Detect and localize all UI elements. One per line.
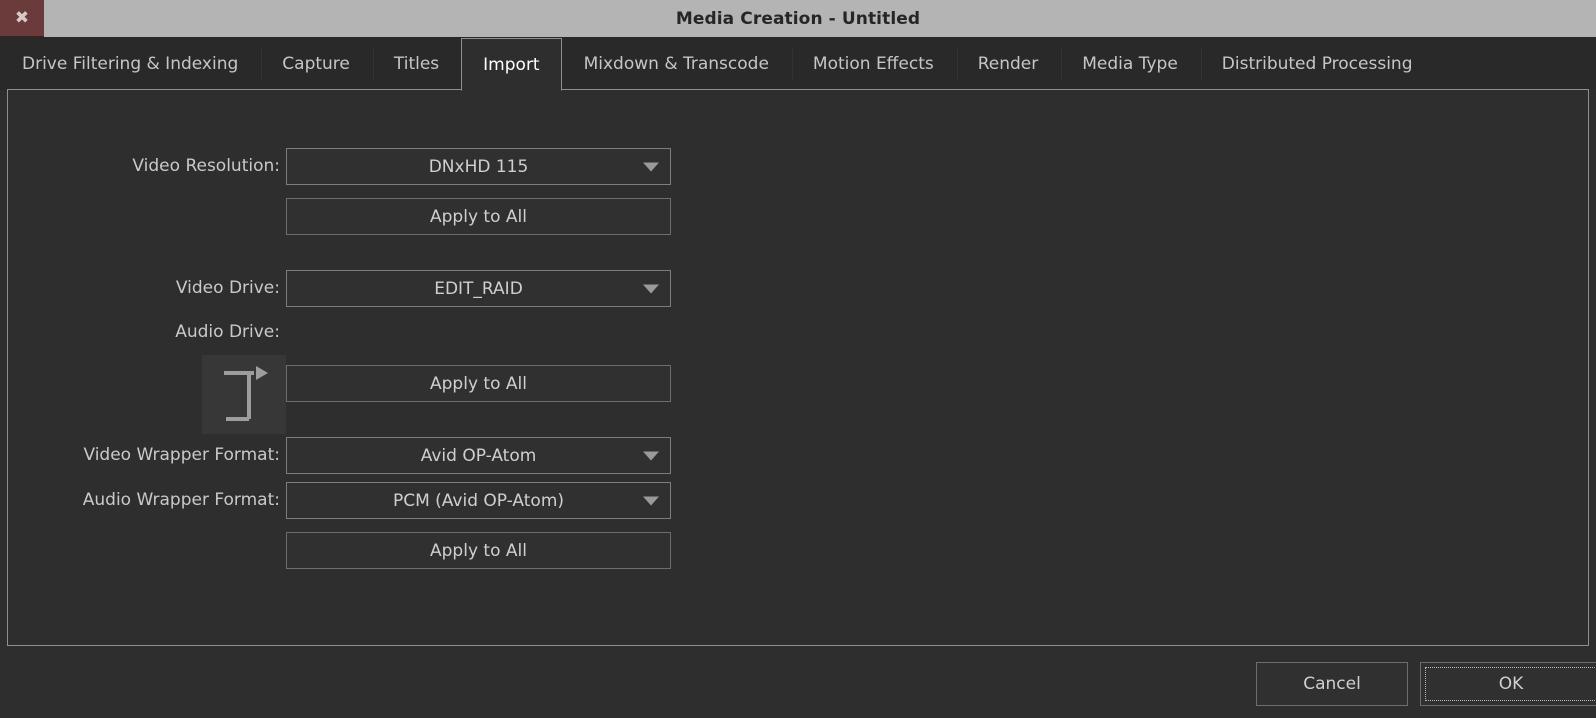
chevron-down-icon: [643, 284, 659, 293]
tab-media-type[interactable]: Media Type: [1060, 38, 1200, 90]
dialog-footer: Cancel OK: [0, 648, 1596, 718]
ok-button-label: OK: [1498, 674, 1524, 694]
video-wrapper-format-label: Video Wrapper Format:: [83, 445, 280, 465]
import-settings-panel: Video Resolution: DNxHD 115 Apply to All…: [7, 89, 1589, 646]
video-wrapper-format-value: Avid OP-Atom: [420, 445, 537, 466]
tab-titles[interactable]: Titles: [372, 38, 461, 90]
tab-capture[interactable]: Capture: [260, 38, 372, 90]
chevron-down-icon: [643, 162, 659, 171]
apply-to-all-resolution-button[interactable]: Apply to All: [286, 198, 671, 235]
window-title: Media Creation - Untitled: [675, 8, 921, 29]
tab-mixdown-transcode[interactable]: Mixdown & Transcode: [562, 38, 791, 90]
audio-drive-label: Audio Drive:: [175, 322, 280, 342]
tab-drive-filtering-indexing[interactable]: Drive Filtering & Indexing: [0, 38, 260, 90]
title-bar: ✖ Media Creation - Untitled: [0, 0, 1596, 37]
audio-wrapper-format-label: Audio Wrapper Format:: [82, 490, 280, 510]
tab-motion-effects[interactable]: Motion Effects: [791, 38, 956, 90]
tab-render[interactable]: Render: [956, 38, 1061, 90]
chevron-down-icon: [643, 496, 659, 505]
tab-import[interactable]: Import: [461, 38, 562, 91]
video-drive-label: Video Drive:: [175, 278, 280, 298]
video-resolution-label: Video Resolution:: [132, 156, 280, 176]
video-resolution-value: DNxHD 115: [428, 156, 529, 177]
apply-to-all-wrapper-button[interactable]: Apply to All: [286, 532, 671, 569]
cancel-button[interactable]: Cancel: [1256, 662, 1408, 706]
audio-wrapper-format-value: PCM (Avid OP-Atom): [392, 490, 565, 511]
audio-wrapper-format-select[interactable]: PCM (Avid OP-Atom): [286, 482, 671, 519]
ok-button[interactable]: OK: [1420, 662, 1596, 706]
video-resolution-select[interactable]: DNxHD 115: [286, 148, 671, 185]
close-icon[interactable]: ✖: [0, 0, 44, 37]
drive-link-bracket-icon[interactable]: [202, 355, 286, 434]
video-drive-select[interactable]: EDIT_RAID: [286, 270, 671, 307]
tab-distributed-processing[interactable]: Distributed Processing: [1200, 38, 1435, 90]
video-drive-value: EDIT_RAID: [434, 278, 523, 299]
media-creation-dialog: ✖ Media Creation - Untitled Drive Filter…: [0, 0, 1596, 718]
tab-bar: Drive Filtering & Indexing Capture Title…: [0, 37, 1596, 91]
apply-to-all-drive-button[interactable]: Apply to All: [286, 365, 671, 402]
video-wrapper-format-select[interactable]: Avid OP-Atom: [286, 437, 671, 474]
chevron-down-icon: [643, 451, 659, 460]
